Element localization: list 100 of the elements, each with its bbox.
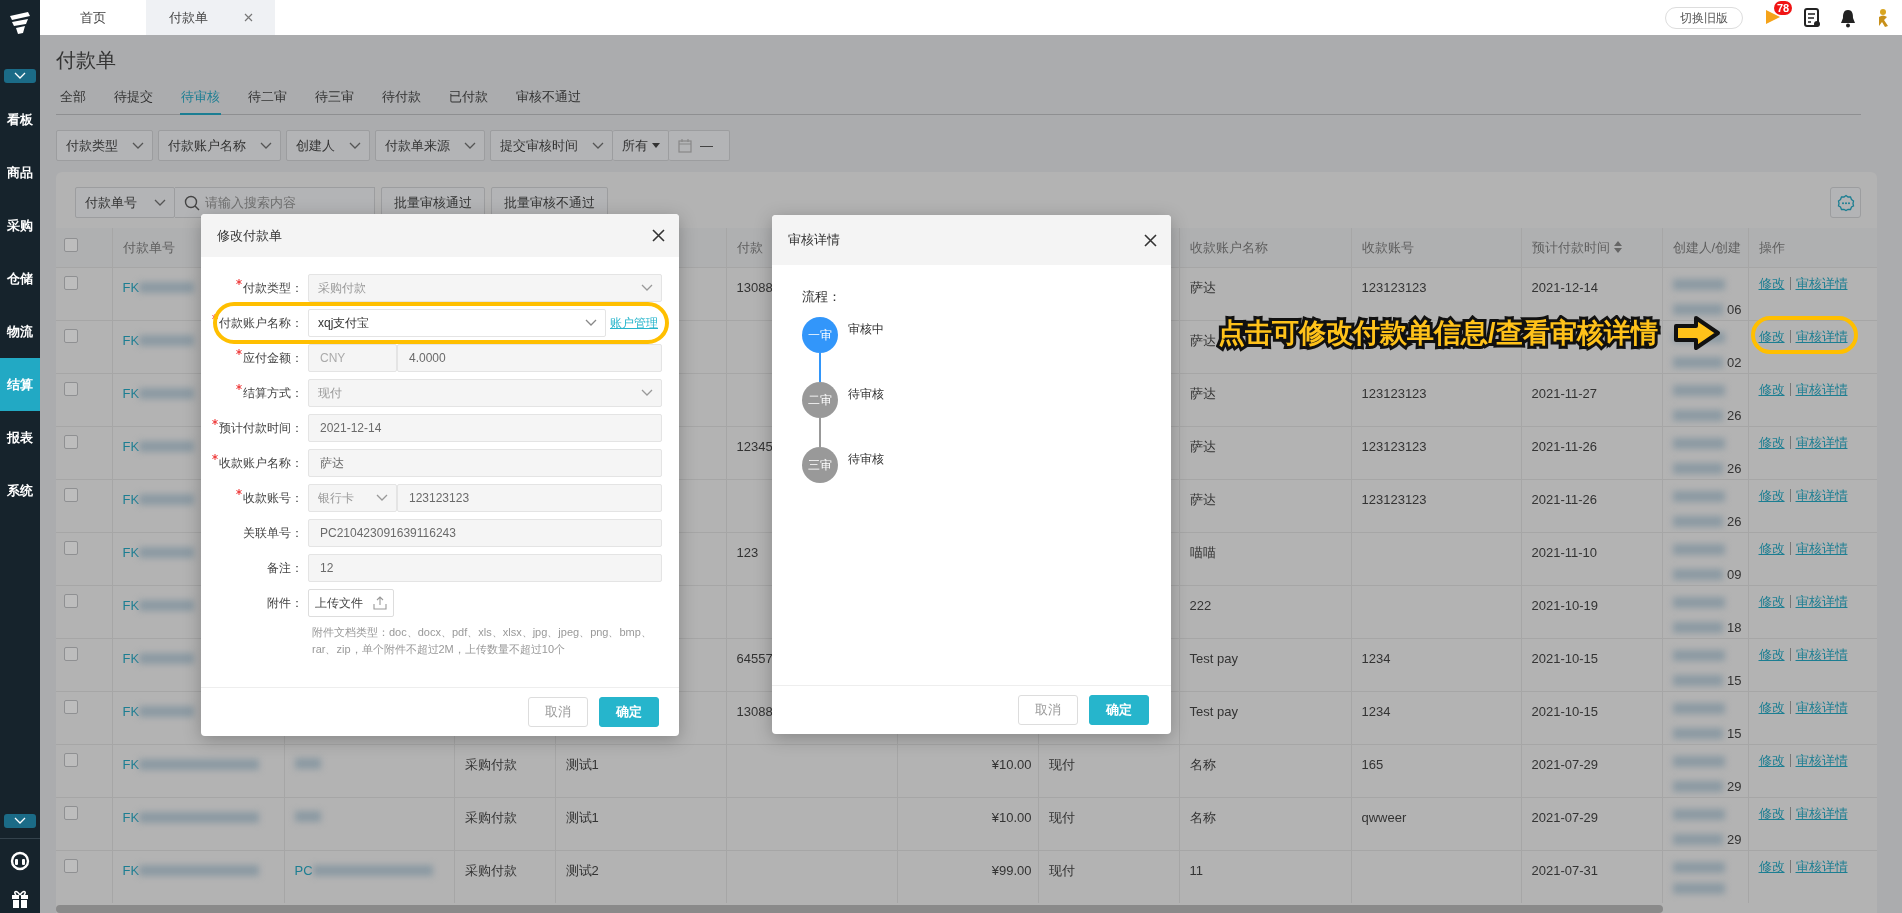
switch-version-button[interactable]: 切换旧版 [1665,6,1743,29]
row-checkbox[interactable] [64,328,78,343]
row-checkbox[interactable] [64,540,78,555]
table-cell[interactable]: FK [122,701,140,721]
table-cell[interactable]: FK [122,436,140,456]
row-checkbox[interactable] [64,646,78,661]
table-cell[interactable]: FK [122,330,140,350]
filter-select[interactable]: 付款账户名称 [158,130,281,161]
sidebar-item[interactable]: 看板 [0,93,40,146]
table-cell[interactable]: FK [122,489,140,509]
row-checkbox[interactable] [64,434,78,449]
headset-icon[interactable] [10,851,30,871]
table-cell[interactable]: FK [122,807,140,827]
upload-icon [373,596,387,610]
edit-link[interactable]: 修改 [1758,644,1785,664]
audit-detail-link[interactable]: 审核详情 [1795,803,1848,823]
filter-select[interactable]: 创建人 [286,130,370,161]
audit-detail-link[interactable]: 审核详情 [1795,432,1848,452]
edit-link[interactable]: 修改 [1758,856,1785,876]
table-cell[interactable]: FK [122,860,140,880]
chevron-down-icon [592,141,604,150]
sort-icon[interactable] [1613,241,1622,254]
cancel-button[interactable]: 取消 [1018,695,1078,725]
edit-link[interactable]: 修改 [1758,803,1785,823]
edit-link[interactable]: 修改 [1758,379,1785,399]
select-all-checkbox[interactable] [64,237,78,252]
horizontal-scrollbar[interactable] [56,905,1663,913]
page-tab[interactable]: 首页 [40,0,146,35]
sidebar-item[interactable]: 结算 [0,358,40,411]
filter-select[interactable]: 付款类型 [56,130,153,161]
edit-link[interactable]: 修改 [1758,750,1785,770]
search-field-select[interactable]: 付款单号 [75,187,175,218]
range-dropdown[interactable]: 所有 [613,130,669,161]
confirm-button[interactable]: 确定 [1089,695,1149,725]
column-settings-button[interactable] [1830,187,1861,218]
status-tab[interactable]: 已付款 [448,87,489,115]
status-tab[interactable]: 待二审 [247,87,288,115]
close-icon[interactable] [652,229,665,242]
status-tab[interactable]: 待提交 [113,87,154,115]
field-label: 应付金额： [243,350,303,367]
menu-expand-button[interactable] [4,814,36,828]
edit-link[interactable]: 修改 [1758,591,1785,611]
table-cell[interactable]: FK [122,542,140,562]
audit-detail-link[interactable]: 审核详情 [1795,273,1848,293]
edit-link[interactable]: 修改 [1758,432,1785,452]
table-cell[interactable]: FK [122,277,140,297]
edit-link[interactable]: 修改 [1758,273,1785,293]
audit-detail-link[interactable]: 审核详情 [1795,379,1848,399]
close-icon[interactable] [1144,233,1157,247]
row-checkbox[interactable] [64,858,78,873]
confirm-button[interactable]: 确定 [599,697,659,727]
status-tab[interactable]: 待审核 [180,87,221,115]
sidebar-item[interactable]: 商品 [0,146,40,199]
row-checkbox[interactable] [64,381,78,396]
audit-detail-link[interactable]: 审核详情 [1795,856,1848,876]
row-checkbox[interactable] [64,752,78,767]
row-checkbox[interactable] [64,805,78,820]
column-header: 收款账号 [1361,239,1414,255]
document-icon[interactable] [1803,7,1821,28]
date-range-field[interactable]: — [669,130,730,161]
menu-expand-button[interactable] [4,69,36,83]
sidebar-item[interactable]: 报表 [0,411,40,464]
row-checkbox[interactable] [64,275,78,290]
time-type-select[interactable]: 提交审核时间 [490,130,613,161]
page-tab[interactable]: 付款单 [146,0,275,35]
table-cell[interactable]: FK [122,648,140,668]
table-cell[interactable]: FK [122,595,140,615]
table-cell[interactable]: PC [294,860,313,880]
table-cell[interactable]: FK [122,754,140,774]
row-checkbox[interactable] [64,487,78,502]
audit-detail-link[interactable]: 审核详情 [1795,750,1848,770]
row-checkbox[interactable] [64,699,78,714]
audit-detail-link[interactable]: 审核详情 [1795,644,1848,664]
edit-link[interactable]: 修改 [1758,697,1785,717]
audit-detail-link[interactable]: 审核详情 [1795,485,1848,505]
filter-select[interactable]: 付款单来源 [375,130,485,161]
sidebar-item[interactable]: 物流 [0,305,40,358]
notification-icon[interactable] [1839,7,1857,28]
edit-link[interactable]: 修改 [1758,538,1785,558]
upload-button[interactable]: 上传文件 [308,589,394,617]
sidebar-item[interactable]: 系统 [0,464,40,517]
table-cell[interactable]: FK [122,383,140,403]
chevron-down-icon [132,141,144,150]
audit-detail-link[interactable]: 审核详情 [1795,326,1848,346]
audit-detail-link[interactable]: 审核详情 [1795,538,1848,558]
status-tab[interactable]: 待三审 [314,87,355,115]
account-management-link[interactable]: 账户管理 [610,314,658,332]
status-tab[interactable]: 待付款 [381,87,422,115]
status-tab[interactable]: 全部 [59,87,87,115]
edit-link[interactable]: 修改 [1758,485,1785,505]
row-checkbox[interactable] [64,593,78,608]
status-tab[interactable]: 审核不通过 [515,87,582,115]
audit-detail-link[interactable]: 审核详情 [1795,697,1848,717]
sidebar-item[interactable]: 仓储 [0,252,40,305]
gift-icon[interactable] [10,889,30,909]
select-field[interactable]: xqj支付宝 [308,309,606,337]
sidebar-item[interactable]: 采购 [0,199,40,252]
edit-link[interactable]: 修改 [1758,326,1785,346]
cancel-button[interactable]: 取消 [528,697,588,727]
audit-detail-link[interactable]: 审核详情 [1795,591,1848,611]
